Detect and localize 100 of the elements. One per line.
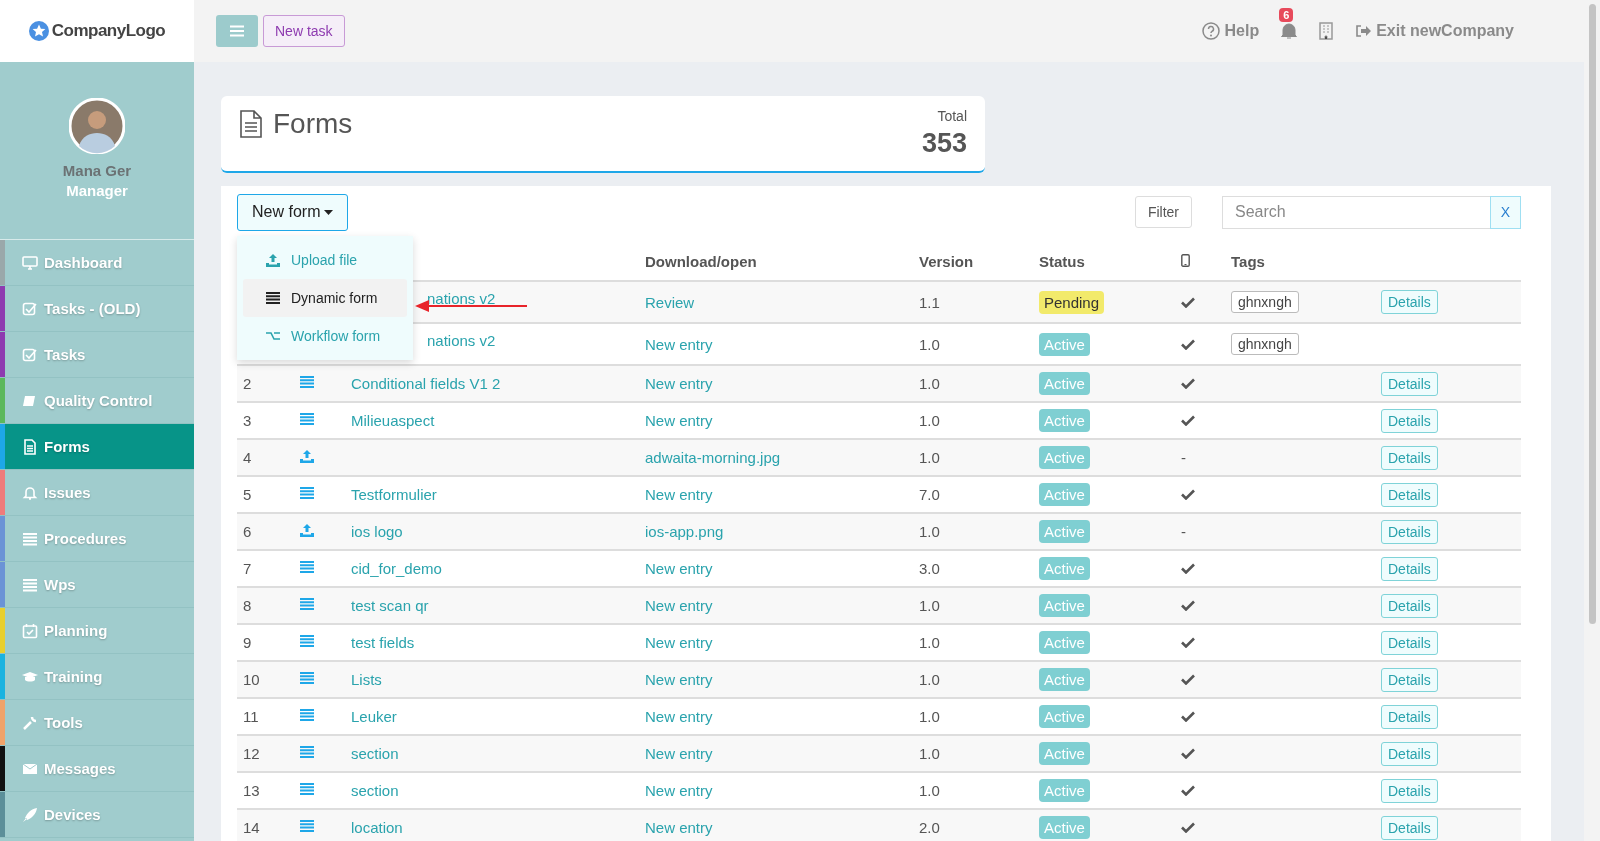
clear-search-button[interactable]: X [1490,195,1521,229]
total-label: Total [937,108,967,124]
tag: ghnxngh [1231,291,1299,313]
form-name-link[interactable]: Lists [351,671,382,688]
details-button[interactable]: Details [1381,519,1438,544]
open-link[interactable]: ios-app.png [645,523,724,540]
version: 1.0 [919,597,940,614]
sidebar-item[interactable]: Dashboard [0,240,194,286]
scrollbar[interactable] [1584,0,1600,841]
form-name-link[interactable]: Testformulier [351,486,437,503]
details-button[interactable]: Details [1381,290,1438,314]
menu-item[interactable]: Workflow form [243,317,407,355]
page-title: Forms [273,108,353,140]
new-form-button[interactable]: New form [237,193,349,231]
form-name-link[interactable]: location [351,819,403,836]
sidebar-item[interactable]: Messages [0,746,194,792]
help-icon [1201,22,1220,40]
open-link[interactable]: New entry [645,819,713,836]
open-link[interactable]: New entry [645,335,713,353]
menu-item[interactable]: Upload file [243,241,407,279]
building-icon[interactable] [1319,22,1334,40]
sidebar-item[interactable]: Training [0,654,194,700]
details-button[interactable]: Details [1381,408,1438,433]
menu-button[interactable] [216,15,258,47]
open-link[interactable]: New entry [645,745,713,762]
version: 3.0 [919,560,940,577]
version: 1.0 [919,671,940,688]
list-icon [22,576,38,593]
details-button[interactable]: Details [1381,630,1438,655]
list-icon [22,530,38,547]
row-number: 14 [243,819,260,836]
open-link[interactable]: Review [645,293,695,311]
bell-icon[interactable] [1281,22,1298,40]
open-link[interactable]: New entry [645,634,713,651]
sidebar-label: Issues [44,484,91,501]
open-link[interactable]: New entry [645,671,713,688]
sidebar-item[interactable]: Issues [0,470,194,516]
open-link[interactable]: New entry [645,412,713,429]
sidebar-item[interactable]: Planning [0,608,194,654]
form-name-link[interactable]: section [351,782,399,799]
list-icon [299,782,315,796]
status-badge: Active [1039,705,1090,728]
sidebar-label: Wps [44,576,76,593]
caret-icon [324,209,334,215]
status-badge: Pending [1039,290,1105,314]
details-button[interactable]: Details [1381,815,1438,840]
row-number: 13 [243,782,260,799]
form-name-link[interactable]: ios logo [351,523,403,540]
sidebar-label: Messages [44,760,116,777]
details-button[interactable]: Details [1381,778,1438,803]
open-link[interactable]: adwaita-morning.jpg [645,449,781,466]
form-name-link[interactable]: cid_for_demo [351,560,442,577]
status-badge: Active [1039,594,1090,617]
document-icon [22,438,38,455]
form-name-link[interactable]: test fields [351,634,415,651]
form-name-link[interactable]: Milieuaspect [351,412,435,429]
row-number: 3 [243,412,252,429]
form-name-link[interactable]: Leuker [351,708,397,725]
scrollbar-thumb[interactable] [1588,4,1596,624]
search-field[interactable]: Search [1222,195,1490,229]
logo-icon [28,21,49,41]
open-link[interactable]: New entry [645,375,713,392]
status-badge: Active [1039,668,1090,691]
filter-button[interactable]: Filter [1134,196,1192,228]
tag: ghnxngh [1231,333,1299,355]
details-button[interactable]: Details [1381,667,1438,692]
menu-item[interactable]: Dynamic form [243,279,407,317]
details-button[interactable]: Details [1381,371,1438,396]
details-button[interactable]: Details [1381,445,1438,470]
open-link[interactable]: New entry [645,597,713,614]
sidebar-item[interactable]: Devices [0,792,194,838]
row-number: 2 [243,375,252,392]
sidebar-item[interactable]: Forms [0,424,194,470]
details-button[interactable]: Details [1381,482,1438,507]
form-name-link[interactable]: test scan qr [351,597,429,614]
row-number: 6 [243,523,252,540]
details-button[interactable]: Details [1381,704,1438,729]
help-link[interactable]: Help [1201,22,1260,40]
details-button[interactable]: Details [1381,741,1438,766]
details-button[interactable]: Details [1381,556,1438,581]
open-link[interactable]: New entry [645,486,713,503]
details-button[interactable]: Details [1381,593,1438,618]
form-name-link[interactable]: section [351,745,399,762]
version: 1.0 [919,449,940,466]
form-name-link[interactable]: Conditional fields V1 2 [351,375,501,392]
row-number: 8 [243,597,252,614]
sidebar-item[interactable]: Tools [0,700,194,746]
sidebar-item[interactable]: Tasks - (OLD) [0,286,194,332]
mobile-dash: - [1181,523,1186,540]
open-link[interactable]: New entry [645,560,713,577]
open-link[interactable]: New entry [645,782,713,799]
row-number: 4 [243,449,252,466]
new-task-button[interactable]: New task [263,15,345,47]
status-badge: Active [1039,372,1090,395]
sidebar-item[interactable]: Wps [0,562,194,608]
sidebar-item[interactable]: Tasks [0,332,194,378]
open-link[interactable]: New entry [645,708,713,725]
sidebar-item[interactable]: Procedures [0,516,194,562]
mobile-dash: - [1181,449,1186,466]
exit-link[interactable]: Exit newCompany [1355,22,1514,40]
